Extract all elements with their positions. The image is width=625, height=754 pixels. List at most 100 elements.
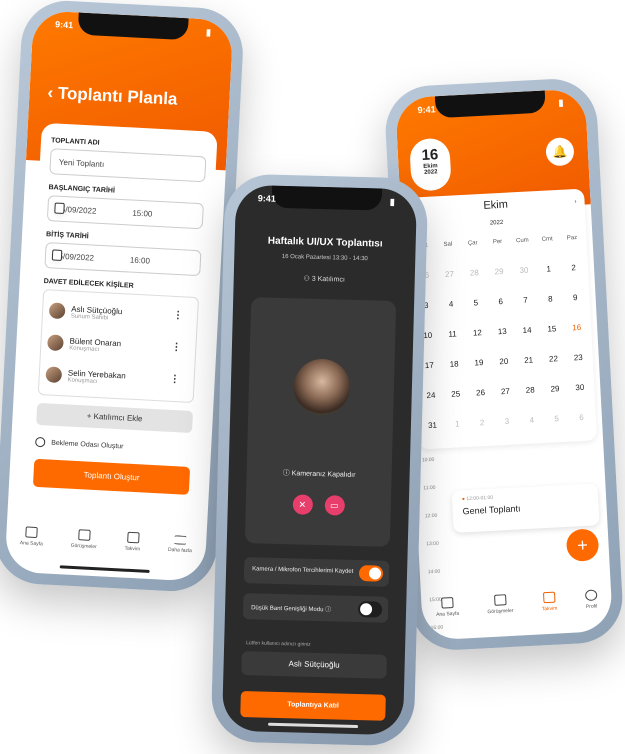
tab-calendar[interactable]: Takvim	[124, 531, 141, 553]
calendar-day[interactable]: 5	[463, 288, 489, 319]
form-card: TOPLANTI ADI Yeni Toplantı BAŞLANGIÇ TAR…	[21, 122, 218, 522]
avatar	[48, 302, 66, 320]
battery-icon: ▮	[558, 97, 564, 108]
people-icon: ⚇	[303, 275, 312, 283]
home-indicator	[267, 722, 358, 729]
start-date-field[interactable]: 05/09/2022 15:00	[46, 195, 204, 230]
list-item[interactable]: Selin Yerebakan Konuşmacı ⋮	[45, 358, 188, 397]
home-indicator	[59, 565, 150, 573]
calendar-day[interactable]: 12	[464, 318, 490, 349]
calendar-day[interactable]: 4	[438, 289, 464, 320]
video-icon	[493, 594, 507, 606]
tab-label: Daha fazla	[167, 546, 192, 555]
calendar-day[interactable]: 18	[441, 349, 467, 380]
calendar-day[interactable]: 1	[444, 409, 470, 440]
calendar-day[interactable]: 29	[486, 256, 512, 287]
phone-screen: 9:41▮ 16Ekim2022 🔔 ‹ Ekim 2022 › PztSalÇ…	[394, 88, 614, 641]
tab-label: Ana Sayfa	[435, 610, 460, 618]
calendar-day[interactable]: 16	[564, 313, 590, 344]
calendar-day[interactable]: 22	[540, 344, 566, 375]
calendar-day[interactable]: 8	[537, 284, 563, 315]
calendar-day[interactable]: 27	[436, 259, 462, 290]
calendar-day[interactable]: 7	[512, 285, 538, 316]
calendar-day[interactable]: 11	[439, 319, 465, 350]
menu-icon	[174, 535, 187, 545]
waiting-room-option[interactable]: Bekleme Odası Oluştur	[34, 436, 191, 455]
event-card[interactable]: ● 12:00-01:00 Genel Toplantı	[451, 483, 600, 533]
start-time: 15:00	[132, 208, 153, 219]
invitee-list: Aslı Sütçüoğlu Sunum Sahibi ⋮ Bülent Onara…	[37, 289, 200, 404]
weekday-label: Cmt	[541, 236, 553, 243]
tab-calendar[interactable]: Takvim	[541, 591, 558, 612]
calendar-day[interactable]: 6	[568, 402, 594, 433]
calendar-grid: PztSalÇarPerCumCmtPaz2627282930123456789…	[408, 223, 597, 442]
calendar-day[interactable]: 4	[519, 405, 545, 436]
calendar-day[interactable]: 27	[492, 376, 518, 407]
more-icon[interactable]: ⋮	[169, 374, 180, 386]
calendar-day[interactable]: 31	[419, 410, 445, 441]
remember-label: Kamera / Mikrofon Tercihlerimi Kaydet	[252, 566, 354, 575]
calendar-day[interactable]: 6	[488, 286, 514, 317]
calendar-day[interactable]: 26	[467, 378, 493, 409]
calendar-day[interactable]: 19	[466, 348, 492, 379]
clock: 9:41	[54, 19, 74, 31]
tab-home[interactable]: Ana Sayfa	[435, 596, 460, 618]
calendar-day[interactable]: 25	[443, 379, 469, 410]
calendar-icon[interactable]	[54, 202, 65, 215]
phone-schedule-meeting: 9:41 ▮ ‹ Toplantı Planla TOPLANTI ADI Yen…	[0, 0, 246, 594]
low-bandwidth-toggle[interactable]	[357, 601, 383, 618]
date-badge: 16 Ekim 2022	[409, 137, 452, 192]
calendar-day[interactable]: 9	[562, 283, 588, 314]
mic-off-icon[interactable]: ✕	[292, 494, 313, 515]
calendar-day[interactable]: 3	[494, 406, 520, 437]
calendar-icon[interactable]	[51, 249, 63, 261]
more-icon[interactable]: ⋮	[171, 342, 182, 354]
badge-year: 2022	[424, 169, 438, 176]
calendar-icon	[126, 531, 140, 544]
meeting-name-input[interactable]: Yeni Toplantı	[49, 148, 207, 183]
calendar-day[interactable]: 28	[461, 258, 487, 289]
tab-calls[interactable]: Görüşmeler	[71, 529, 98, 550]
calendar-day[interactable]: 2	[469, 408, 495, 439]
tab-home[interactable]: Ana Sayfa	[20, 526, 44, 547]
add-participant-button[interactable]: + Katılımcı Ekle	[36, 402, 194, 434]
calendar-day[interactable]: 21	[515, 345, 541, 376]
radio-icon[interactable]	[34, 436, 46, 448]
camera-off-icon[interactable]: ▭	[324, 495, 345, 516]
phone-screen: 9:41 ▮ Haftalık UI/UX Toplantısı 16 Ocak …	[221, 184, 418, 736]
avatar	[292, 358, 351, 416]
more-icon[interactable]: ⋮	[173, 310, 184, 322]
username-input[interactable]: Aslı Sütçüoğlu	[241, 651, 387, 679]
add-event-button[interactable]: +	[565, 528, 600, 562]
calendar-day[interactable]: 15	[539, 314, 565, 345]
participant-count: ⚇ 3 Katılımcı	[234, 273, 415, 286]
battery-icon: ▮	[389, 196, 395, 207]
calendar-day[interactable]: 28	[517, 375, 543, 406]
calendar-day[interactable]: 20	[491, 346, 517, 377]
calendar-day[interactable]: 30	[511, 255, 537, 286]
calendar-day[interactable]: 14	[514, 315, 540, 346]
remember-toggle[interactable]	[358, 565, 384, 582]
calendar-day[interactable]: 29	[542, 374, 568, 405]
tab-bar: Ana Sayfa Görüşmeler Takvim Profil	[421, 577, 613, 631]
tab-label: Takvim	[124, 545, 141, 553]
calendar-day[interactable]: 2	[560, 253, 586, 284]
join-meeting-button[interactable]: Toplantıya Katıl	[240, 691, 386, 721]
calendar-day[interactable]: 13	[489, 316, 515, 347]
camera-off-text: Kameranız Kapalıdır	[291, 470, 356, 479]
video-preview: ⓘ Kameranız Kapalıdır ✕ ▭	[244, 297, 397, 547]
tab-bar: Ana Sayfa Görüşmeler Takvim Daha fazla	[5, 513, 207, 567]
tab-label: Görüşmeler	[70, 542, 97, 551]
calendar-day[interactable]: 1	[536, 254, 562, 285]
create-meeting-button[interactable]: Toplantı Oluştur	[32, 458, 191, 495]
avatar	[47, 334, 64, 352]
calendar-day[interactable]: 5	[543, 404, 569, 435]
calendar-day[interactable]: 23	[565, 342, 591, 373]
tab-profile[interactable]: Profil	[584, 589, 598, 610]
tab-more[interactable]: Daha fazla	[168, 535, 193, 554]
next-month-icon[interactable]: ›	[574, 199, 576, 205]
calendar-day[interactable]: 30	[567, 372, 593, 403]
end-date-field[interactable]: 05/09/2022 16:00	[44, 242, 202, 277]
meeting-title: Haftalık UI/UX Toplantısı	[267, 235, 383, 250]
tab-calls[interactable]: Görüşmeler	[487, 594, 514, 615]
